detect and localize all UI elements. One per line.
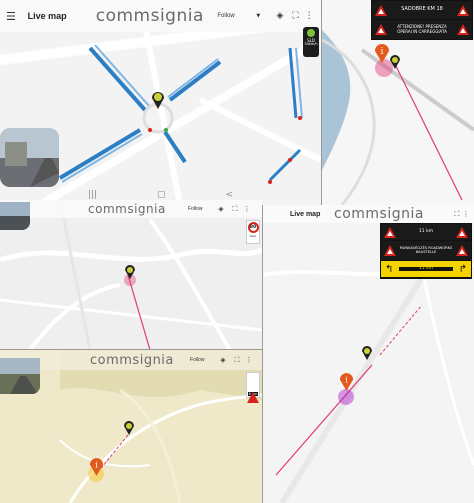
hamburger-icon[interactable]: ☰ [6,10,22,23]
sign-row-2: MUNKAVÉGZÉS ROADWORKS BAUSTELLE [381,241,471,260]
follow-dropdown[interactable]: Follow [188,206,214,212]
sign-row-text: SADOBRE KM 18 [401,6,443,13]
sign-row-1: 11 km [381,224,471,240]
brand-logo: commsignia [95,6,204,26]
sign-row-3: ↰ 11 km ↱ [381,261,471,277]
sign-row-text: ATTENZIONE! PRESENZA OPERAI IN CARREGGIA… [397,24,447,34]
speed-limit-unit: SGLI [249,234,257,238]
speed-value: 34km/h [304,42,318,47]
panel-middle-left-map: commsignia Follow ◈ ⛶ ⋮ 80 SGLI [0,200,262,350]
vehicle-marker-b[interactable] [389,54,401,75]
more-vert-icon[interactable]: ⋮ [462,210,470,218]
brand-logo: commsignia [90,352,174,368]
warning-triangle-icon [375,24,387,35]
follow-dropdown[interactable]: Follow [190,357,216,363]
vms-sign-panel: 11 km MUNKAVÉGZÉS ROADWORKS BAUSTELLE ↰ … [380,223,472,279]
layers-icon[interactable]: ◈ [214,205,228,213]
panel-top-left-map: ☰ Live map commsignia Follow ▼ ◈ ⛶ ⋮ SLD… [0,0,321,205]
warning-triangle-icon [456,245,468,256]
camera-thumbnail[interactable] [0,202,30,230]
follow-dropdown[interactable]: Follow [217,13,254,19]
camera-thumbnail[interactable] [0,358,40,394]
panel-divider [0,349,262,350]
vms-sign-panel: SADOBRE KM 18 ATTENZIONE! PRESENZA OPERA… [371,0,473,40]
screenshot-collage: ☰ Live map commsignia Follow ▼ ◈ ⛶ ⋮ SLD… [0,0,474,503]
recents-icon[interactable]: ||| [88,190,97,200]
app-bar-c: commsignia Follow ◈ ⛶ ⋮ [0,200,262,218]
app-bar-a: ☰ Live map commsignia Follow ▼ ◈ ⛶ ⋮ [0,0,321,32]
chevron-down-icon[interactable]: ▼ [254,13,262,19]
svg-text:i: i [95,459,98,469]
more-vert-icon[interactable]: ⋮ [242,205,252,213]
app-title: Live map [290,210,321,218]
warning-triangle-icon [456,226,468,238]
speed-limit-sign: 80 SGLI [246,220,260,244]
svg-text:i: i [381,47,384,57]
panel-right-large-map: Live map commsignia ⛶ ⋮ 11 km MUNKAVÉGZÉ… [262,205,474,503]
fullscreen-icon[interactable]: ⛶ [230,356,244,365]
fullscreen-icon[interactable]: ⛶ [288,11,304,21]
status-dot [307,29,315,37]
layers-icon[interactable]: ◈ [216,356,230,364]
home-icon[interactable]: ▢ [157,190,166,200]
layers-icon[interactable]: ◈ [272,11,288,21]
warning-triangle-icon [384,226,396,238]
brand-logo: commsignia [88,202,166,216]
svg-text:i: i [345,374,348,384]
vehicle-marker-e[interactable] [361,345,373,366]
app-bar-e: Live map commsignia ⛶ ⋮ [262,205,474,223]
warning-info-marker[interactable]: i [89,456,104,482]
vehicle-marker-d[interactable] [123,420,135,441]
warning-triangle-icon [384,245,396,256]
warning-info-marker[interactable]: i [374,42,390,69]
speed-limit-value: 80 [247,222,259,233]
panel-divider [321,0,322,205]
app-title: Live map [27,11,67,21]
warning-triangle-icon [457,24,469,35]
vehicle-marker-c[interactable] [124,264,136,285]
warning-triangle-icon [375,4,387,16]
more-vert-icon[interactable]: ⋮ [303,11,315,21]
warning-info-marker[interactable]: i [339,371,354,397]
lane-merge-icon: ↱ [458,263,467,275]
sign-row-text: 11 km [399,266,453,272]
fullscreen-icon[interactable]: ⛶ [228,205,242,214]
back-icon[interactable]: < [226,190,234,200]
lane-merge-icon: ↰ [385,263,394,275]
brand-logo: commsignia [334,206,424,222]
sign-row-text: MUNKAVÉGZÉS ROADWORKS BAUSTELLE [399,245,453,254]
android-nav-bar: ||| ▢ < [0,190,321,200]
camera-thumbnail[interactable] [0,128,59,187]
roadworks-sign: 8 km [246,372,260,403]
warning-triangle-icon [457,4,469,16]
sign-row-2: ATTENZIONE! PRESENZA OPERAI IN CARREGGIA… [372,20,472,39]
speed-widget: SLD 34km/h [303,27,319,57]
panel-divider [262,205,263,503]
fullscreen-icon[interactable]: ⛶ [452,210,462,219]
more-vert-icon[interactable]: ⋮ [244,356,254,364]
sign-row-1: SADOBRE KM 18 [372,1,472,19]
vehicle-marker[interactable] [151,90,165,115]
sign-row-text: 11 km [418,228,434,234]
panel-bottom-left-map: commsignia Follow ◈ ⛶ ⋮ 8 km i [0,350,262,503]
roadworks-triangle-icon [247,373,259,403]
panel-top-right-map: i SADOBRE KM 18 ATTENZIONE! PRESENZA OPE… [322,0,474,205]
